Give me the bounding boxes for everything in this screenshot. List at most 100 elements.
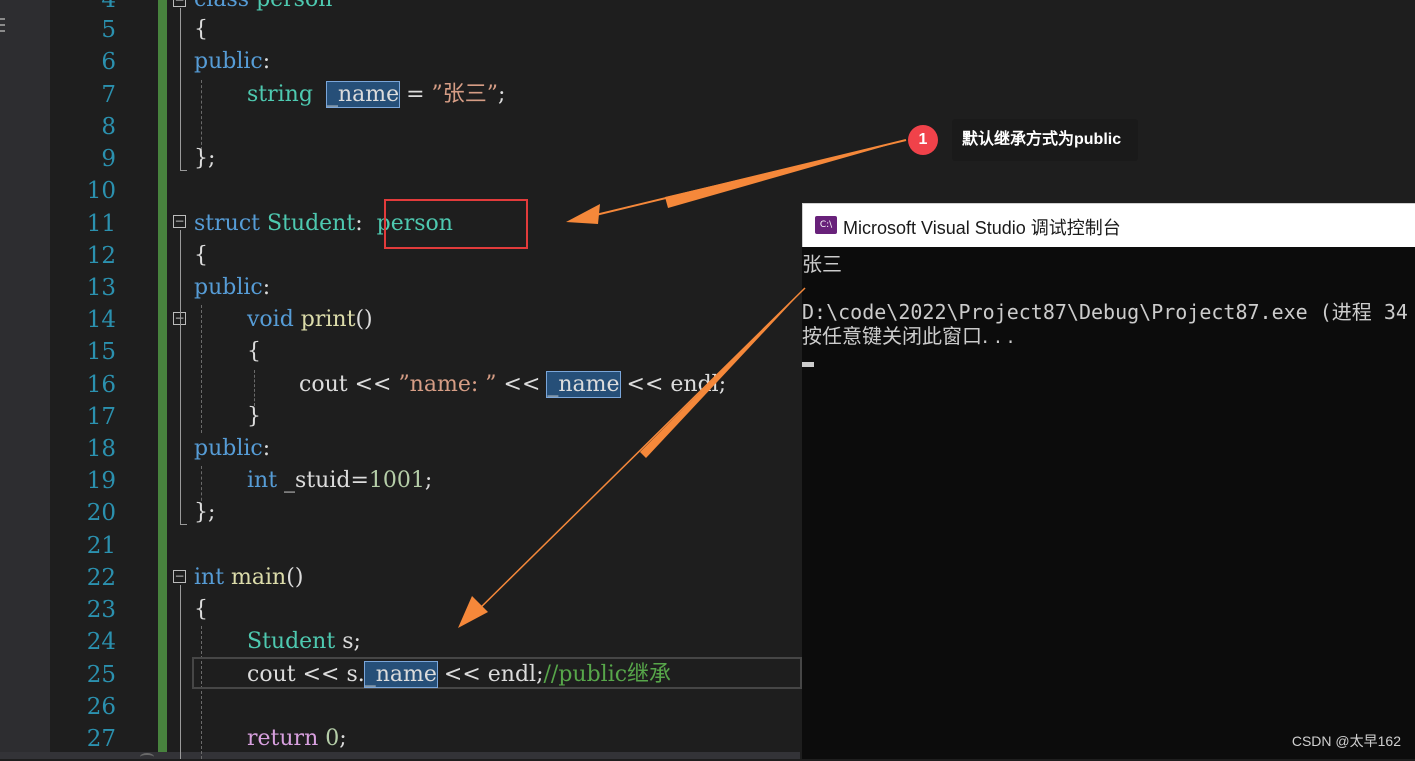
keyword-void: void — [247, 307, 294, 332]
line-number: 16 — [86, 372, 116, 398]
local-variable: s — [342, 629, 354, 654]
collapse-icon[interactable]: − — [173, 570, 186, 583]
code-line-27[interactable]: return 0; — [247, 723, 347, 755]
code-line-23[interactable]: { — [194, 594, 208, 626]
code-line-24[interactable]: Student s; — [247, 626, 361, 658]
code-line-17[interactable]: } — [247, 401, 261, 433]
semicolon: ; — [536, 662, 544, 687]
cout: cout — [299, 372, 348, 397]
semicolon: ; — [498, 82, 506, 107]
code-line-6[interactable]: public: — [194, 46, 270, 78]
console-title-bar[interactable]: C:\ Microsoft Visual Studio 调试控制台 — [802, 203, 1415, 247]
code-line-16[interactable]: cout << ”name: ” << _name << endl; — [299, 369, 726, 401]
colon: : — [355, 211, 363, 236]
open-brace: { — [247, 339, 261, 364]
access-specifier: public — [194, 275, 263, 300]
outline-bracket — [180, 8, 181, 170]
stream-operator: << — [436, 662, 488, 687]
object-access: s. — [346, 662, 365, 687]
line-number: 12 — [86, 243, 116, 269]
line-number: 19 — [86, 468, 116, 494]
line-number: 18 — [86, 436, 116, 462]
line-number: 22 — [86, 565, 116, 591]
collapse-icon[interactable]: − — [173, 0, 186, 7]
arrow-to-member-access — [469, 287, 806, 619]
debug-console-window[interactable]: C:\ Microsoft Visual Studio 调试控制台 张三 D:\… — [802, 203, 1415, 759]
stream-operator: << — [619, 372, 671, 397]
access-specifier: public — [194, 436, 263, 461]
code-line-13[interactable]: public: — [194, 272, 270, 304]
strip-tick — [0, 18, 5, 20]
close-brace: }; — [194, 500, 216, 525]
step-badge: 1 — [908, 125, 938, 155]
line-number: 21 — [86, 533, 116, 559]
open-brace: { — [194, 243, 208, 268]
console-cursor — [802, 362, 814, 367]
keyword-int: int — [247, 468, 278, 493]
outline-bracket — [180, 230, 181, 524]
zoom-icon[interactable] — [140, 753, 154, 761]
code-line-19[interactable]: int _stuid=1001; — [247, 465, 432, 497]
code-line-14[interactable]: void print() — [247, 304, 373, 336]
assign-operator: = — [399, 82, 432, 107]
outline-bracket-end — [180, 524, 187, 525]
code-line-25[interactable]: cout << s._name << endl;//public继承 — [247, 659, 671, 691]
code-line-15[interactable]: { — [247, 336, 261, 368]
base-class-highlight-box — [384, 199, 528, 249]
colon: : — [262, 436, 271, 461]
line-number: 17 — [86, 404, 116, 430]
code-line-20[interactable]: }; — [194, 497, 215, 529]
string-literal: ”张三” — [431, 82, 499, 107]
arrowhead — [458, 596, 488, 628]
change-tracking-bar — [158, 0, 167, 752]
semicolon: ; — [718, 372, 727, 397]
endl: endl — [487, 662, 537, 687]
parens: () — [355, 307, 373, 332]
open-brace: { — [194, 17, 208, 42]
console-output-line: 张三 — [802, 252, 842, 276]
member-variable[interactable]: _name — [363, 661, 438, 688]
outline-bracket-end — [180, 170, 187, 171]
function-name: print — [300, 307, 356, 332]
member-variable[interactable]: _name — [325, 81, 401, 108]
code-line-22[interactable]: int main() — [194, 562, 303, 594]
line-number: 23 — [86, 597, 116, 623]
line-number: 26 — [86, 694, 116, 720]
semicolon: ; — [424, 468, 433, 493]
line-number: 5 — [101, 17, 116, 43]
colon: : — [262, 275, 271, 300]
keyword-class: class — [194, 0, 249, 12]
line-number: 7 — [101, 82, 116, 108]
semicolon: ; — [353, 629, 361, 654]
annotation-callout: 默认继承方式为public — [952, 119, 1138, 161]
left-tool-strip — [0, 0, 50, 759]
member-variable[interactable]: _name — [546, 371, 621, 398]
close-brace: } — [247, 404, 261, 429]
line-number: 27 — [86, 726, 116, 752]
code-line-7[interactable]: string _name = ”张三”; — [247, 79, 505, 111]
type-name: string — [247, 82, 313, 107]
line-number: 10 — [86, 178, 116, 204]
strip-tick — [0, 24, 5, 26]
code-line-18[interactable]: public: — [194, 433, 270, 465]
keyword-struct: struct — [194, 211, 260, 236]
line-number: 24 — [86, 629, 116, 655]
console-title: Microsoft Visual Studio 调试控制台 — [843, 218, 1121, 238]
keyword-return: return — [247, 726, 319, 751]
member-variable: _stuid — [284, 468, 351, 493]
collapse-icon[interactable]: − — [173, 215, 186, 228]
editor-horizontal-scrollbar[interactable] — [0, 752, 800, 759]
code-line-4[interactable]: class person — [194, 0, 332, 16]
indent-guide — [201, 80, 202, 150]
endl: endl — [670, 372, 719, 397]
code-line-5[interactable]: { — [194, 14, 208, 46]
parens: () — [286, 565, 304, 590]
struct-name: Student — [266, 211, 356, 236]
code-line-9[interactable]: }; — [194, 143, 215, 175]
outline-bracket — [180, 585, 181, 759]
indent-guide — [201, 305, 202, 433]
line-number: 20 — [86, 500, 116, 526]
function-name: main — [231, 565, 287, 590]
code-line-12[interactable]: { — [194, 240, 208, 272]
close-brace: }; — [194, 146, 216, 171]
